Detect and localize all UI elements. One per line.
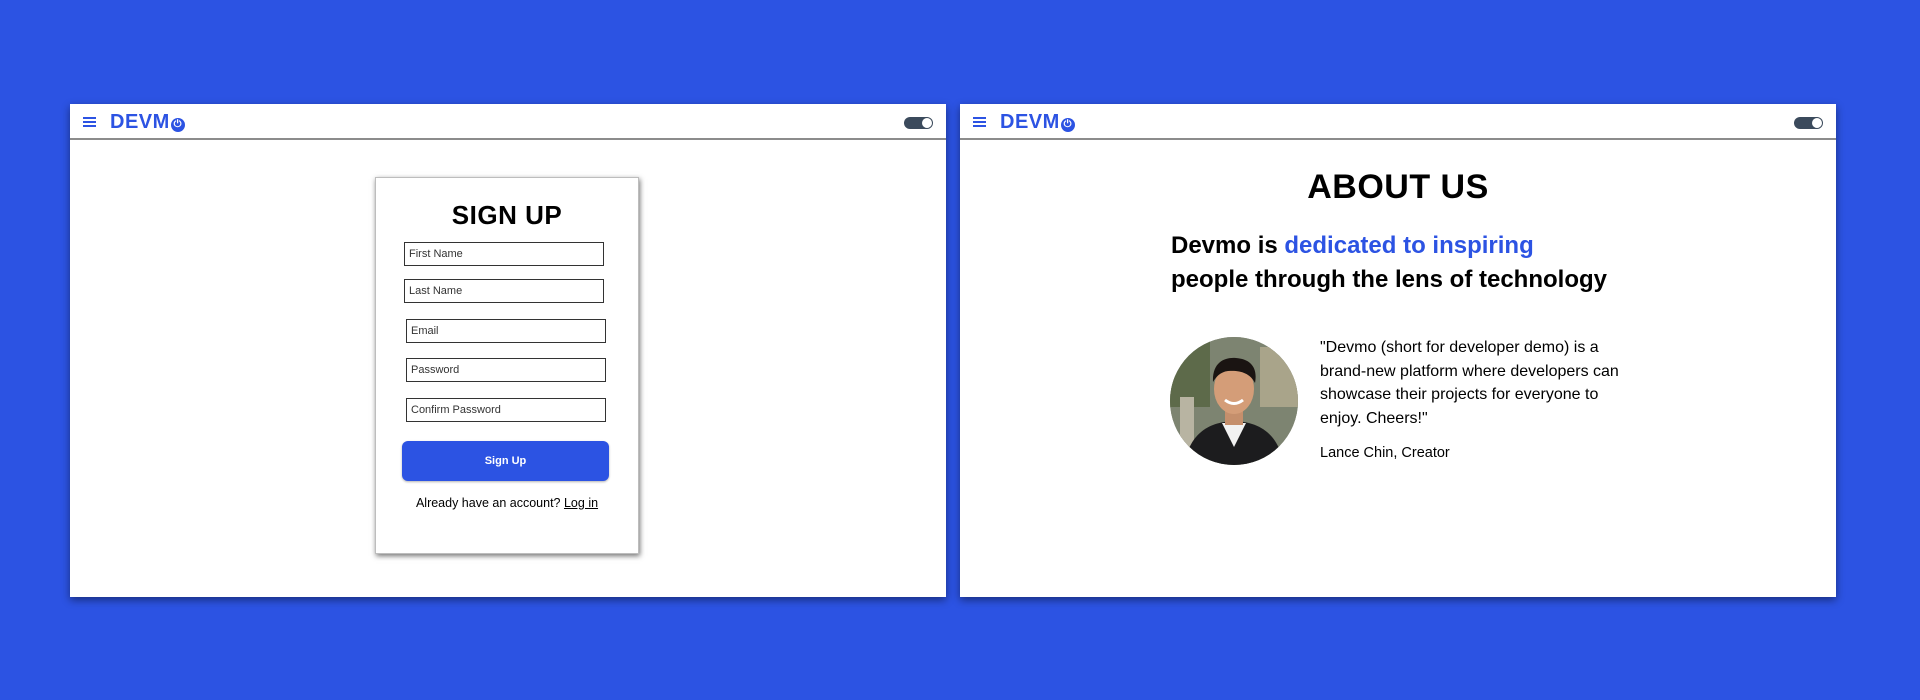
navbar: DEVM ⏻: [960, 104, 1836, 140]
power-icon: ⏻: [170, 118, 185, 132]
quote-attribution: Lance Chin, Creator: [1320, 445, 1450, 461]
hamburger-menu-icon[interactable]: [83, 117, 96, 127]
tagline-start: Devmo is: [1171, 232, 1278, 259]
about-title: ABOUT US: [1307, 168, 1489, 206]
signup-title: SIGN UP: [451, 200, 563, 230]
hamburger-menu-icon[interactable]: [973, 117, 986, 127]
email-input[interactable]: [406, 319, 606, 343]
about-window: DEVM ⏻ ABOUT US Devmo is dedicated to ins…: [960, 104, 1836, 597]
creator-avatar: [1170, 337, 1298, 465]
tagline-highlight: dedicated to inspiring: [1284, 232, 1534, 259]
logo-text: DEVM: [1000, 111, 1060, 133]
theme-toggle[interactable]: [904, 117, 933, 129]
password-input[interactable]: [406, 358, 606, 382]
toggle-knob: [922, 118, 932, 128]
login-link[interactable]: Log in: [564, 496, 598, 510]
brand-logo[interactable]: DEVM ⏻: [1000, 111, 1075, 133]
signup-window: DEVM⏻ SIGN UP Sign Up Already have an ac…: [70, 104, 946, 597]
power-icon: ⏻: [1060, 118, 1075, 132]
first-name-input[interactable]: [404, 242, 604, 266]
tagline-end: people through the lens of technology: [1171, 266, 1607, 293]
login-prompt-text: Already have an account?: [415, 496, 561, 510]
creator-quote: "Devmo (short for developer demo) is a b…: [1320, 339, 1619, 427]
sign-up-button[interactable]: Sign Up: [402, 441, 609, 481]
toggle-knob: [1812, 118, 1822, 128]
theme-toggle[interactable]: [1794, 117, 1823, 129]
brand-logo[interactable]: DEVM ⏻: [110, 111, 185, 133]
login-prompt: Already have an account? Log in: [376, 496, 638, 510]
about-tagline: Devmo is dedicated to inspiring people t…: [1171, 229, 1651, 297]
logo-text: DEVM: [110, 111, 170, 133]
creator-photo: [1170, 337, 1298, 465]
last-name-input[interactable]: [404, 279, 604, 303]
navbar: DEVM ⏻: [70, 104, 946, 140]
confirm-password-input[interactable]: [406, 398, 606, 422]
signup-card: SIGN UP Sign Up Already have an account?…: [375, 177, 639, 554]
